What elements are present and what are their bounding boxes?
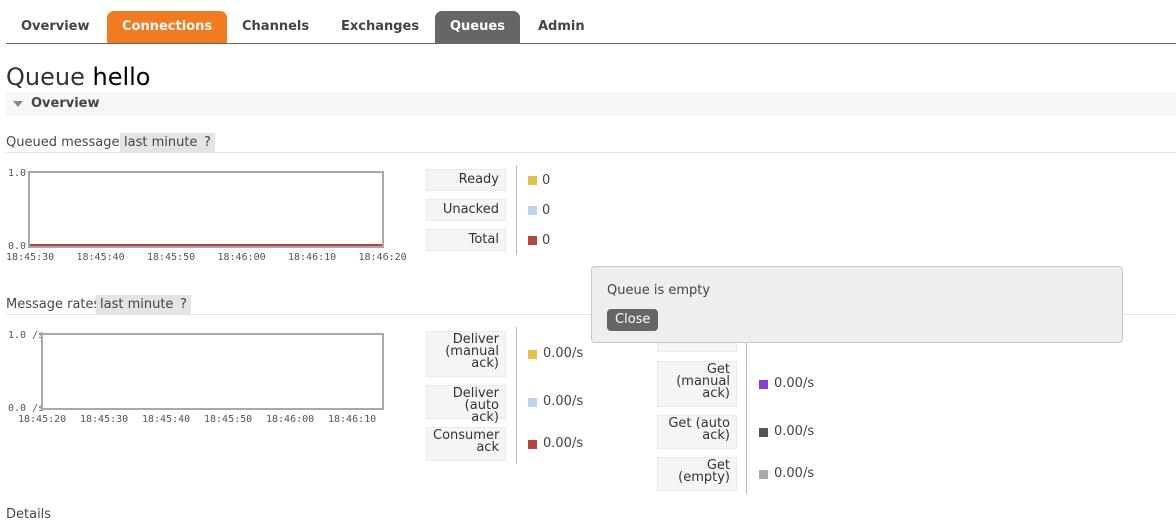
queued-x-tick: 18:45:30 [6, 252, 55, 263]
tab-admin[interactable]: Admin [523, 11, 600, 43]
queued-legend-label: Total [426, 229, 506, 251]
legend-divider [516, 165, 517, 255]
rates-left-legend-swatch [528, 440, 537, 449]
message-rates-help-button[interactable]: ? [176, 295, 191, 314]
message-rates-chart [41, 333, 384, 410]
queued-legend-value: 0 [542, 233, 551, 248]
rates-left-legend-value: 0.00/s [543, 436, 584, 451]
tab-overview[interactable]: Overview [6, 11, 105, 43]
queued-x-tick: 18:45:40 [76, 252, 125, 263]
rates-left-legend-label: Consumer ack [426, 427, 506, 461]
queued-messages-help-button[interactable]: ? [200, 133, 215, 152]
queued-messages-chart [28, 171, 384, 248]
queued-legend-swatch [528, 236, 537, 245]
rates-x-tick: 18:46:10 [328, 414, 377, 425]
popup-message: Queue is empty [607, 283, 711, 298]
rates-left-legend-value: 0.00/s [543, 394, 584, 409]
queue-empty-popup: Queue is empty Close [591, 266, 1123, 343]
queued-x-tick: 18:46:10 [288, 252, 337, 263]
page-title-prefix: Queue [6, 63, 85, 91]
rates-right-legend-swatch [759, 470, 768, 479]
rates-right-legend-value: 0.00/s [774, 466, 815, 481]
queue-name: hello [92, 63, 151, 91]
queued-x-tick: 18:46:00 [217, 252, 266, 263]
message-rates-title: Message rates [6, 297, 101, 312]
queued-legend-label: Ready [426, 169, 506, 191]
rates-right-legend-label: Get (auto ack) [657, 415, 737, 449]
details-section-label: Details [6, 507, 52, 522]
rates-y-bottom: 0.0 /s [8, 403, 45, 414]
rates-right-legend-value: 0.00/s [774, 424, 815, 439]
rates-legend-divider-right [746, 327, 747, 494]
queued-legend-swatch [528, 176, 537, 185]
queued-legend-value: 0 [542, 173, 551, 188]
tab-exchanges[interactable]: Exchanges [326, 11, 434, 43]
rates-y-top: 1.0 /s [8, 330, 45, 341]
rates-x-tick: 18:46:00 [266, 414, 315, 425]
rates-x-tick: 18:45:40 [142, 414, 191, 425]
queued-y-bottom: 0.0 [8, 241, 27, 252]
rates-left-legend-label: Deliver (manual ack) [426, 331, 506, 377]
rates-right-legend-swatch [759, 380, 768, 389]
rates-left-legend-label: Deliver (auto ack) [426, 385, 506, 424]
queued-x-tick: 18:45:50 [147, 252, 196, 263]
queued-messages-header: Queued messages last minute ? [6, 133, 1176, 153]
rates-right-legend-label: Get (empty) [657, 457, 737, 491]
queued-messages-range-button[interactable]: last minute [120, 133, 202, 152]
queued-x-tick: 18:46:20 [358, 252, 407, 263]
queued-total-series-line [30, 244, 382, 246]
tab-channels[interactable]: Channels [227, 11, 324, 43]
popup-close-button[interactable]: Close [607, 309, 659, 331]
overview-section-toggle[interactable]: Overview [6, 92, 1176, 116]
overview-section-label: Overview [31, 96, 100, 111]
rates-right-legend-swatch [759, 428, 768, 437]
rates-x-tick: 18:45:20 [18, 414, 67, 425]
rates-left-legend-value: 0.00/s [543, 346, 584, 361]
tab-connections[interactable]: Connections [107, 11, 228, 43]
rates-x-tick: 18:45:30 [80, 414, 129, 425]
rates-left-legend-swatch [528, 398, 537, 407]
rates-x-tick: 18:45:50 [204, 414, 253, 425]
message-rates-range-button[interactable]: last minute [96, 295, 178, 314]
page-title: Queue hello [6, 63, 150, 91]
queued-legend-swatch [528, 206, 537, 215]
rates-right-legend-label: Get (manual ack) [657, 361, 737, 407]
collapse-triangle-icon [13, 101, 23, 107]
queued-legend-label: Unacked [426, 199, 506, 221]
queued-legend-value: 0 [542, 203, 551, 218]
rates-left-legend-swatch [528, 350, 537, 359]
queued-messages-title: Queued messages [6, 135, 127, 150]
tab-queues[interactable]: Queues [435, 11, 520, 43]
rates-legend-divider-left [516, 327, 517, 464]
main-nav-tabs: Overview Connections Channels Exchanges … [6, 11, 1176, 44]
queued-y-top: 1.0 [8, 168, 27, 179]
rates-right-legend-value: 0.00/s [774, 376, 815, 391]
